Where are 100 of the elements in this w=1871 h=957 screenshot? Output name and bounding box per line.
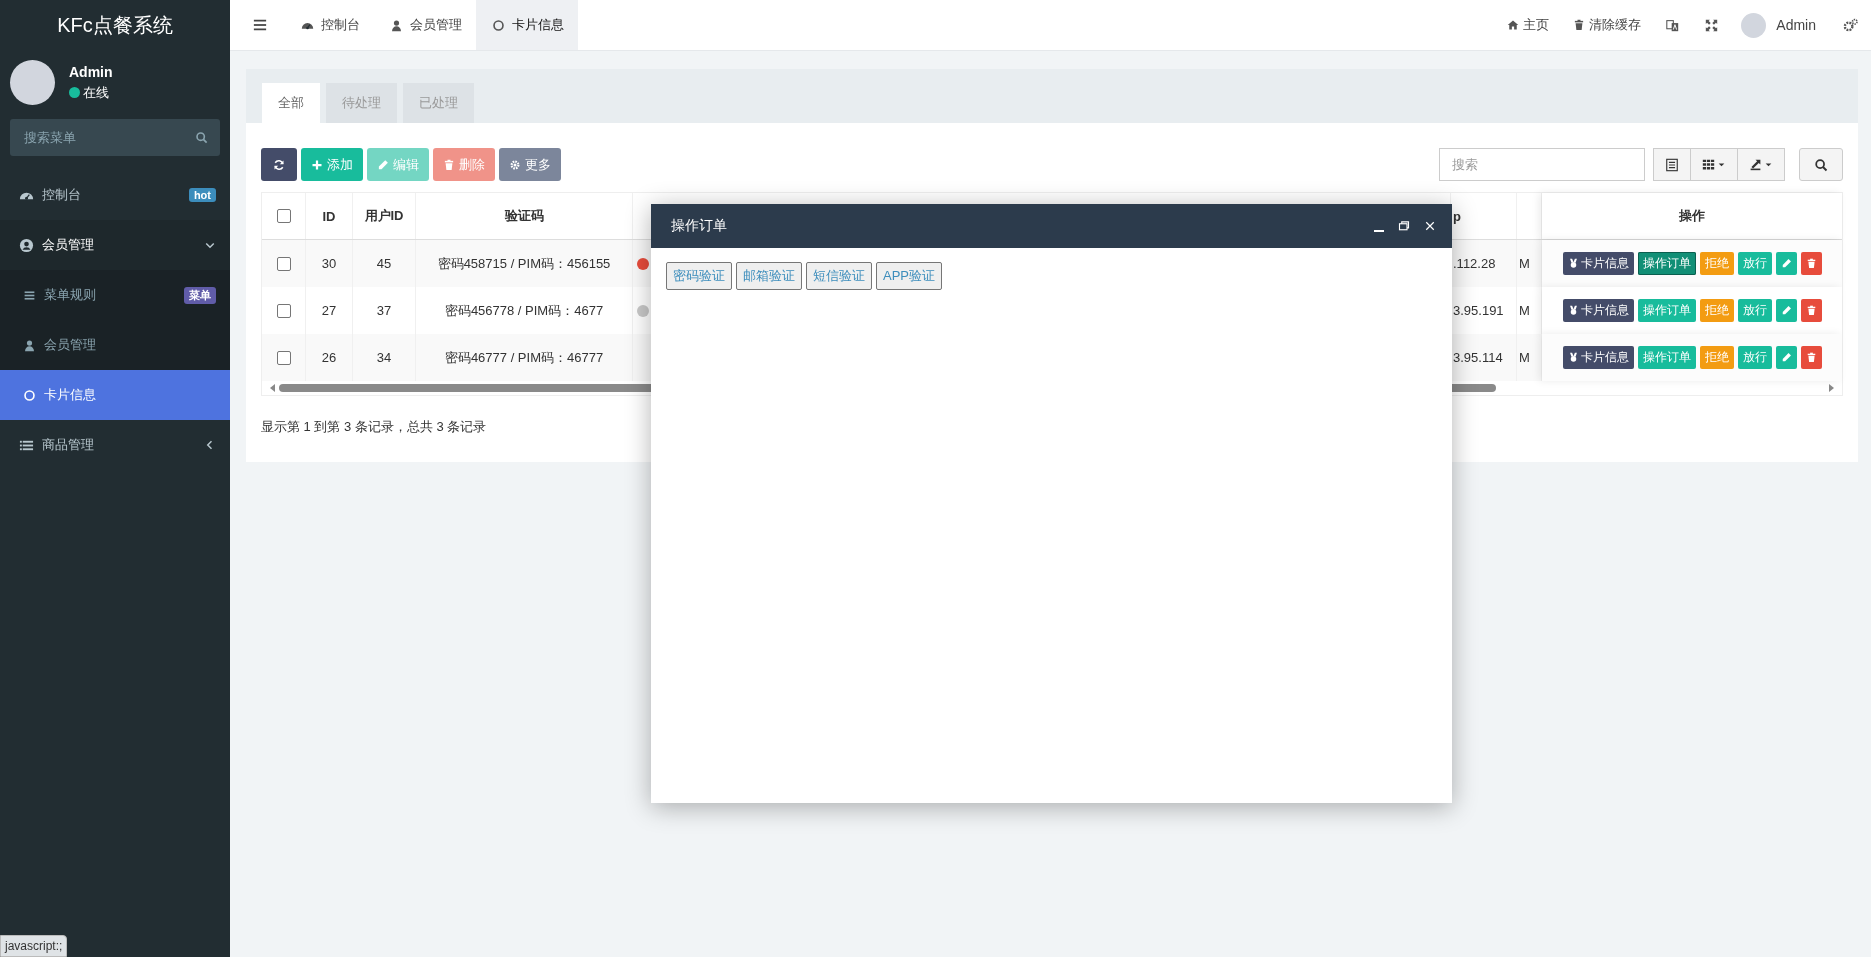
card-info-button[interactable]: 卡片信息 <box>1562 299 1634 322</box>
delete-button[interactable] <box>1800 299 1822 322</box>
modal-title: 操作订单 <box>671 217 728 235</box>
list-view-icon <box>1665 157 1679 172</box>
row-checkbox[interactable] <box>276 350 291 365</box>
row-checkbox[interactable] <box>276 303 291 318</box>
trash-icon <box>1805 305 1817 316</box>
column-header: ID <box>306 193 353 239</box>
status-tooltip: javascript:; <box>0 935 68 957</box>
card-info-button[interactable]: 卡片信息 <box>1562 252 1634 275</box>
clear-cache-link[interactable]: 清除缓存 <box>1561 16 1654 34</box>
refresh-icon <box>273 158 285 171</box>
ribbon-icon <box>1567 258 1579 269</box>
columns-button[interactable] <box>1691 148 1738 181</box>
operate-order-button[interactable]: 操作订单 <box>1637 346 1696 369</box>
user-circle-icon <box>19 237 34 253</box>
submenu-item[interactable]: 会员管理 <box>0 320 230 370</box>
circle-icon <box>23 388 36 402</box>
column-header: 验证码 <box>416 193 633 239</box>
online-status: 在线 <box>83 83 109 102</box>
circle-icon <box>492 18 505 32</box>
home-icon <box>1507 19 1520 31</box>
user-name: Admin <box>69 63 113 80</box>
home-link[interactable]: 主页 <box>1495 16 1562 34</box>
release-button[interactable]: 放行 <box>1737 252 1772 275</box>
card-info-button[interactable]: 卡片信息 <box>1562 346 1634 369</box>
search-icon <box>1814 157 1828 172</box>
trash-icon <box>443 158 455 171</box>
reject-button[interactable]: 拒绝 <box>1699 299 1734 322</box>
online-dot <box>69 87 80 98</box>
pagination-info: 显示第 1 到第 3 条记录，总共 3 条记录 <box>261 418 488 436</box>
trash-icon <box>1805 352 1817 363</box>
fullscreen-icon <box>1705 18 1719 32</box>
table-cell: 30 <box>306 240 353 287</box>
caret-icon <box>1764 160 1773 169</box>
pencil-icon <box>1780 305 1792 316</box>
menu-badge: hot <box>188 188 216 202</box>
gear-icon <box>509 158 521 171</box>
menu-badge: 菜单 <box>184 286 216 304</box>
restore-icon <box>1398 220 1410 232</box>
close-icon <box>1424 220 1436 232</box>
search-icon <box>195 131 208 144</box>
filter-tab[interactable]: 全部 <box>262 83 320 123</box>
translate-icon <box>1666 18 1680 32</box>
table-cell: 密码458715 / PIM码：456155 <box>416 240 633 287</box>
export-icon <box>1749 158 1762 171</box>
submenu-item[interactable]: 卡片信息 <box>0 370 230 420</box>
operate-order-button[interactable]: 操作订单 <box>1637 252 1696 275</box>
verify-button[interactable]: 邮箱验证 <box>736 262 802 290</box>
filter-tab[interactable]: 待处理 <box>326 83 397 123</box>
minimize-icon <box>1374 230 1384 232</box>
release-button[interactable]: 放行 <box>1737 299 1772 322</box>
list-icon <box>23 288 36 302</box>
refresh-button[interactable] <box>261 148 297 181</box>
row-checkbox[interactable] <box>276 256 291 271</box>
nav-tab[interactable]: 控制台 <box>285 0 374 50</box>
plus-icon <box>311 158 323 171</box>
user-icon <box>23 338 36 352</box>
user-menu[interactable]: Admin <box>1776 17 1816 33</box>
caret-icon <box>1717 160 1726 169</box>
delete-button[interactable] <box>1800 252 1822 275</box>
submenu-item[interactable]: 菜单规则 菜单 <box>0 270 230 320</box>
pencil-icon <box>377 158 389 171</box>
verify-button[interactable]: APP验证 <box>876 262 942 290</box>
trash-icon <box>1573 19 1586 31</box>
trash-icon <box>1805 258 1817 269</box>
menu-item[interactable]: 商品管理 <box>0 420 230 470</box>
user-avatar <box>1741 12 1767 38</box>
ribbon-icon <box>1567 305 1579 316</box>
app-logo: KFc点餐系统 <box>56 12 174 38</box>
user-icon <box>390 18 403 32</box>
export-button[interactable] <box>1738 148 1785 181</box>
operate-order-button[interactable]: 操作订单 <box>1637 299 1696 322</box>
advanced-search-button[interactable] <box>1799 148 1843 181</box>
reject-button[interactable]: 拒绝 <box>1699 252 1734 275</box>
menu-icon <box>253 18 267 32</box>
column-header: 用户ID <box>353 193 416 239</box>
menu-search-field[interactable]: 搜索菜单 <box>10 119 220 156</box>
menu-item[interactable]: 控制台 hot <box>0 170 230 220</box>
more-button[interactable]: 更多 <box>499 148 561 181</box>
verify-button[interactable]: 短信验证 <box>806 262 872 290</box>
filter-tab[interactable]: 已处理 <box>403 83 474 123</box>
release-button[interactable]: 放行 <box>1737 346 1772 369</box>
search-field[interactable]: 搜索 <box>1439 148 1645 181</box>
reject-button[interactable]: 拒绝 <box>1699 346 1734 369</box>
nav-tab[interactable]: 会员管理 <box>374 0 476 50</box>
pencil-icon <box>1780 258 1792 269</box>
toggle-view-button[interactable] <box>1653 148 1691 181</box>
column-header: 操作 <box>1542 193 1842 239</box>
verify-button[interactable]: 密码验证 <box>666 262 732 290</box>
grid-icon <box>1702 158 1715 171</box>
delete-button[interactable] <box>1800 346 1822 369</box>
ribbon-icon <box>1567 352 1579 363</box>
menu-item[interactable]: 会员管理 <box>0 220 230 270</box>
pencil-icon <box>1780 352 1792 363</box>
add-button[interactable]: 添加 <box>301 148 363 181</box>
select-all-checkbox[interactable] <box>276 209 291 223</box>
nav-tab[interactable]: 卡片信息 <box>476 0 578 50</box>
table-cell: 45 <box>353 240 416 287</box>
avatar <box>10 60 55 105</box>
